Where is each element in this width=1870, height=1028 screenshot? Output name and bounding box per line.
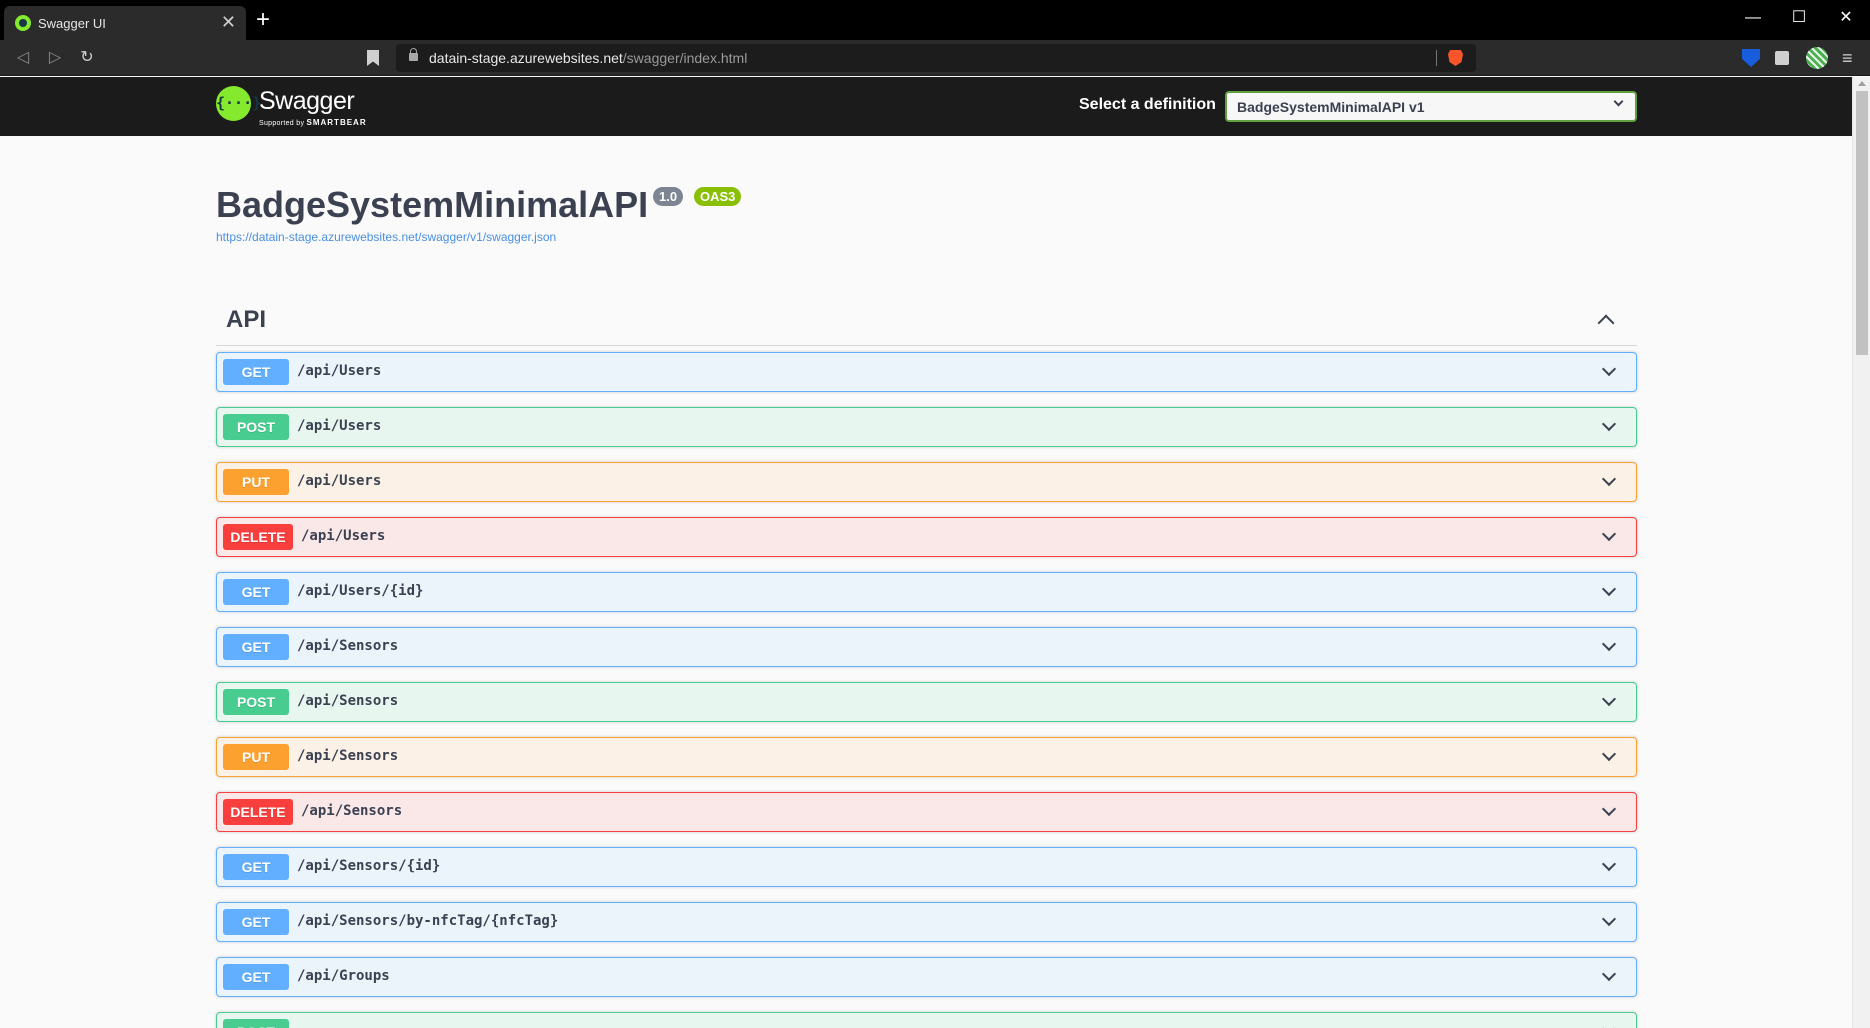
chevron-down-icon[interactable] [1601,856,1617,872]
operation-put[interactable]: PUT/api/Users [216,462,1637,502]
method-badge: GET [223,964,289,990]
method-badge: DELETE [223,524,293,550]
version-badge: 1.0 [653,187,684,206]
operation-delete[interactable]: DELETE/api/Users [216,517,1637,557]
chevron-up-icon[interactable] [1597,314,1615,332]
back-icon[interactable]: ◁ [11,46,35,70]
method-badge: GET [223,854,289,880]
logo-sub-prefix: Supported by [259,120,305,127]
url-path: /swagger/index.html [622,50,748,66]
operation-path: /api/Users [301,528,386,544]
operation-path: /api/Users/{id} [297,583,424,599]
profile-avatar-icon[interactable] [1806,47,1828,69]
operation-path: /api/Sensors [301,803,403,819]
tab-close-icon[interactable]: ✕ [221,12,236,32]
operation-post[interactable]: POST [216,1012,1637,1028]
scroll-up-arrow-icon[interactable] [1858,81,1866,86]
logo-wordmark: Swagger [259,87,355,115]
operation-path: /api/Users [297,418,382,434]
operation-path: /api/Sensors [297,693,399,709]
chevron-down-icon [1613,96,1624,107]
chevron-down-icon[interactable] [1601,471,1617,487]
swagger-logo-icon: {···} [216,86,261,121]
chevron-down-icon[interactable] [1601,416,1617,432]
operation-path: /api/Sensors/by-nfcTag/{nfcTag} [297,913,559,929]
reload-icon[interactable]: ↻ [75,46,99,70]
oas-badge: OAS3 [694,187,742,206]
chevron-down-icon[interactable] [1601,746,1617,762]
api-section-header[interactable]: API [216,297,1637,346]
swagger-topbar: {···} Swagger Supported by SMARTBEAR Sel… [0,77,1852,136]
lock-icon [409,48,418,61]
page-scrollbar[interactable] [1852,77,1870,1028]
browser-tab[interactable]: Swagger UI ✕ [4,6,246,40]
browser-titlebar: Swagger UI ✕ + — ☐ ✕ [0,0,1870,40]
operation-path: /api/Sensors [297,638,399,654]
bookmark-icon[interactable] [367,50,379,66]
operation-get[interactable]: GET/api/Sensors [216,627,1637,667]
forward-icon[interactable]: ▷ [43,46,67,70]
window-close-icon[interactable]: ✕ [1834,6,1858,30]
operation-post[interactable]: POST/api/Sensors [216,682,1637,722]
bitwarden-icon[interactable] [1742,49,1760,67]
definition-label: Select a definition [1079,96,1216,113]
operation-path: /api/Users [297,363,382,379]
operation-path: /api/Users [297,473,382,489]
logo-sub-brand: SMARTBEAR [306,118,367,127]
swagger-favicon-icon [15,15,31,31]
operation-get[interactable]: GET/api/Sensors/by-nfcTag/{nfcTag} [216,902,1637,942]
chevron-down-icon[interactable] [1601,636,1617,652]
browser-menu-icon[interactable]: ≡ [1842,48,1853,68]
method-badge: GET [223,909,289,935]
method-badge: GET [223,359,289,385]
definition-select[interactable]: BadgeSystemMinimalAPI v1 [1225,91,1637,122]
spec-url-link[interactable]: https://datain-stage.azurewebsites.net/s… [216,230,556,244]
operations-list: GET/api/Users POST/api/Users PUT/api/Users… [216,352,1637,1028]
operation-get[interactable]: GET/api/Users/{id} [216,572,1637,612]
method-badge: GET [223,634,289,660]
operation-put[interactable]: PUT/api/Sensors [216,737,1637,777]
chevron-down-icon[interactable] [1601,911,1617,927]
operation-path: /api/Groups [297,968,390,984]
url-text: datain-stage.azurewebsites.net/swagger/i… [429,50,747,66]
scrollbar-thumb[interactable] [1856,91,1868,355]
method-badge: PUT [223,744,289,770]
method-badge: POST [223,414,289,440]
logo-subtitle: Supported by SMARTBEAR [259,118,367,127]
method-badge: POST [223,1019,289,1028]
chevron-down-icon[interactable] [1601,1021,1617,1028]
definition-select-value: BadgeSystemMinimalAPI v1 [1237,99,1425,115]
chevron-down-icon[interactable] [1601,801,1617,817]
operation-post[interactable]: POST/api/Users [216,407,1637,447]
chevron-down-icon[interactable] [1601,526,1617,542]
url-divider [1436,50,1437,66]
swagger-logo[interactable]: {···} Swagger Supported by SMARTBEAR [216,86,366,128]
method-badge: GET [223,579,289,605]
chevron-down-icon[interactable] [1601,361,1617,377]
operation-path: /api/Sensors/{id} [297,858,441,874]
brave-shields-icon[interactable] [1448,50,1463,66]
chevron-down-icon[interactable] [1601,691,1617,707]
swagger-page: {···} Swagger Supported by SMARTBEAR Sel… [0,77,1852,1028]
operation-get[interactable]: GET/api/Users [216,352,1637,392]
operation-delete[interactable]: DELETE/api/Sensors [216,792,1637,832]
operation-path: /api/Sensors [297,748,399,764]
method-badge: PUT [223,469,289,495]
new-tab-button[interactable]: + [256,8,270,32]
url-host: datain-stage.azurewebsites.net [429,50,623,66]
method-badge: DELETE [223,799,293,825]
method-badge: POST [223,689,289,715]
browser-toolbar: ◁ ▷ ↻ datain-stage.azurewebsites.net/swa… [0,40,1870,76]
extensions-icon[interactable] [1775,51,1789,65]
tab-title: Swagger UI [38,16,106,31]
operation-get[interactable]: GET/api/Groups [216,957,1637,997]
chevron-down-icon[interactable] [1601,966,1617,982]
section-title: API [226,306,267,333]
maximize-icon[interactable]: ☐ [1787,6,1811,30]
minimize-icon[interactable]: — [1741,6,1765,30]
api-title: BadgeSystemMinimalAPI [216,184,649,225]
address-bar[interactable]: datain-stage.azurewebsites.net/swagger/i… [396,44,1476,72]
chevron-down-icon[interactable] [1601,581,1617,597]
operation-get[interactable]: GET/api/Sensors/{id} [216,847,1637,887]
